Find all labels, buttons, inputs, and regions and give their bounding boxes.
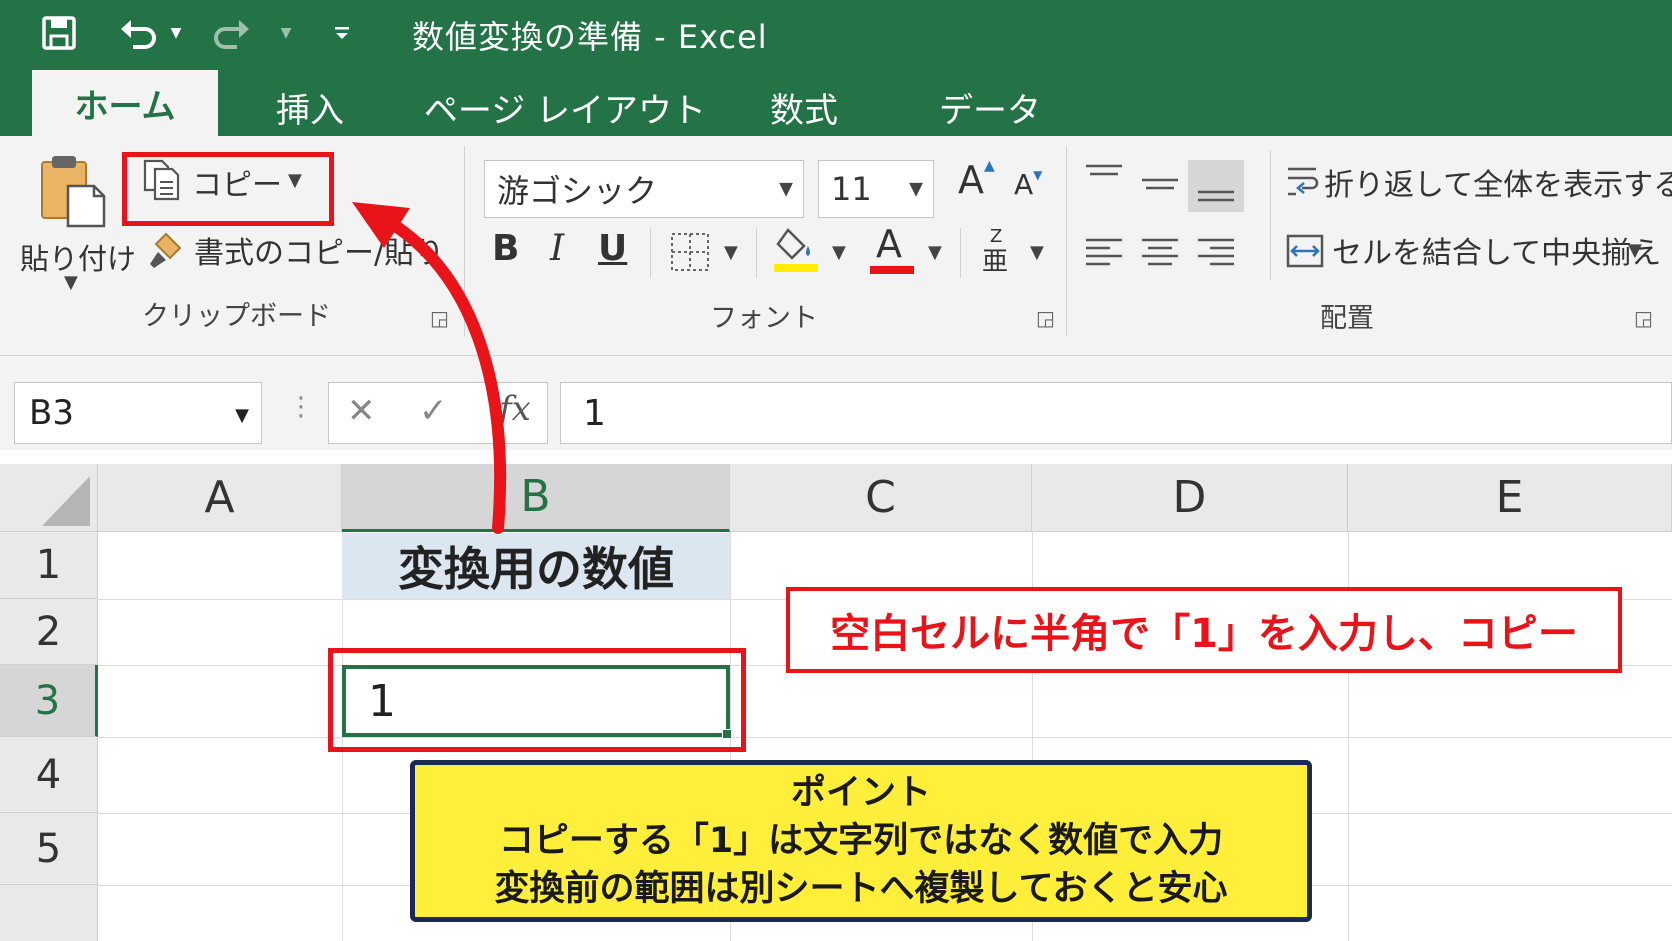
point-line-2: 変換前の範囲は別シートへ複製しておくと安心 <box>494 869 1228 909</box>
point-callout: ポイント コピーする「1」は文字列ではなく数値で入力 変換前の範囲は別シートへ複… <box>410 760 1312 922</box>
instruction-callout: 空白セルに半角で「1」を入力し、コピー <box>786 587 1622 673</box>
point-line-1: コピーする「1」は文字列ではなく数値で入力 <box>498 821 1224 861</box>
point-title: ポイント <box>790 773 931 813</box>
